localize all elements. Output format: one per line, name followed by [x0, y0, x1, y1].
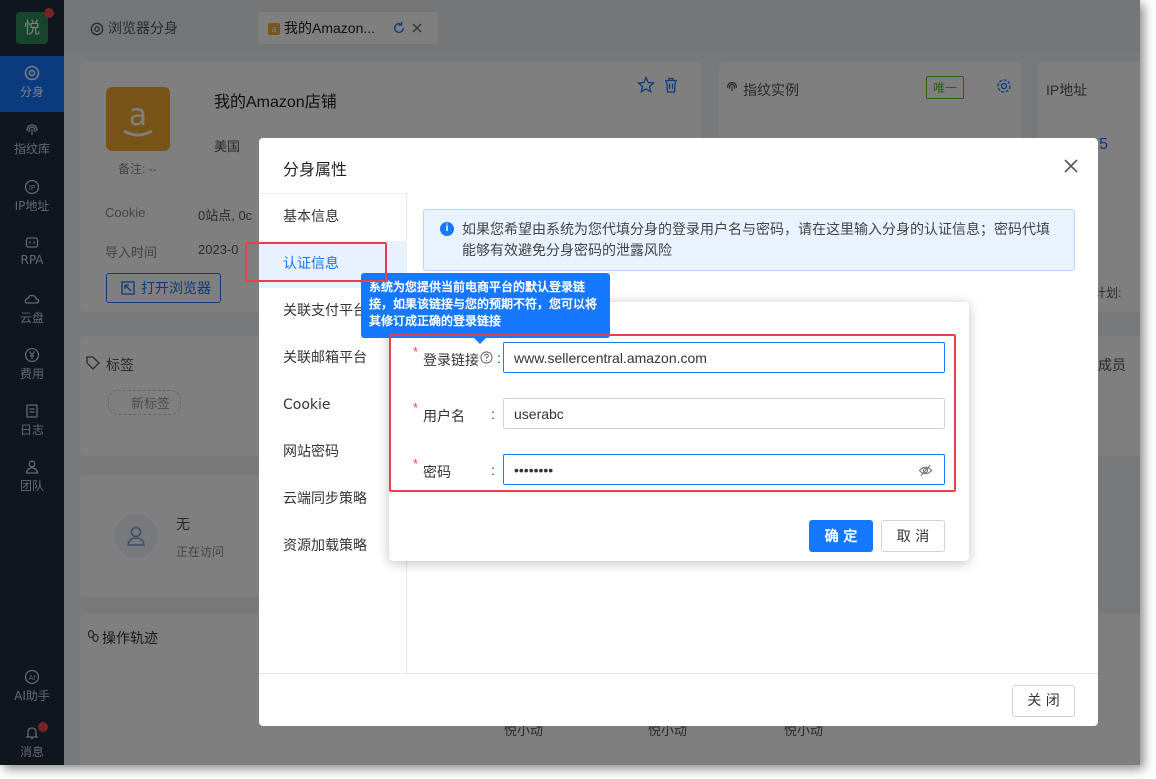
password-input[interactable]: [503, 454, 945, 485]
cancel-button[interactable]: 取 消: [881, 520, 945, 552]
username-row: * 用户名 :: [389, 398, 969, 430]
required-mark: *: [413, 344, 419, 359]
tooltip-arrow: [474, 338, 486, 344]
menu-basic-info[interactable]: 基本信息: [259, 194, 407, 241]
modal-close-button[interactable]: 关 闭: [1012, 685, 1075, 717]
modal-title: 分身属性: [283, 162, 348, 179]
colon: :: [497, 350, 501, 366]
colon: :: [491, 406, 495, 422]
username-label: 用户名: [423, 409, 465, 425]
menu-cloud-sync[interactable]: 云端同步策略: [259, 476, 407, 523]
app-window: 悦 分身 指纹库 IP IP地址 RPA 云盘 费用 日志: [0, 0, 1140, 765]
login-url-row: * 登录链接 :: [389, 342, 969, 374]
modal-footer: 关 闭: [259, 673, 1098, 726]
help-circle-icon[interactable]: [480, 351, 493, 364]
menu-site-password[interactable]: 网站密码: [259, 429, 407, 476]
password-label: 密码: [423, 465, 451, 481]
info-text: 如果您希望由系统为您代填分身的登录用户名与密码，请在这里输入分身的认证信息；密码…: [462, 222, 1050, 259]
required-mark: *: [413, 456, 419, 471]
username-input[interactable]: [503, 398, 945, 429]
login-url-tooltip: 系统为您提供当前电商平台的默认登录链接，如果该链接与您的预期不符，您可以将其修订…: [361, 273, 610, 338]
menu-resource-loading[interactable]: 资源加载策略: [259, 523, 407, 570]
eye-off-icon[interactable]: [918, 463, 933, 478]
login-url-input[interactable]: [503, 342, 945, 373]
colon: :: [491, 462, 495, 478]
required-mark: *: [413, 400, 419, 415]
menu-cookie[interactable]: Cookie: [259, 382, 407, 429]
close-icon[interactable]: [1061, 156, 1081, 176]
login-url-label: 登录链接: [423, 353, 479, 369]
info-icon: i: [440, 222, 454, 236]
modal-side-menu: 基本信息 认证信息 关联支付平台 关联邮箱平台 Cookie 网站密码 云端同步…: [259, 193, 407, 673]
info-alert: i 如果您希望由系统为您代填分身的登录用户名与密码，请在这里输入分身的认证信息；…: [423, 209, 1075, 271]
menu-email-platform[interactable]: 关联邮箱平台: [259, 335, 407, 382]
password-row: * 密码 :: [389, 454, 969, 486]
confirm-button[interactable]: 确 定: [809, 520, 873, 552]
